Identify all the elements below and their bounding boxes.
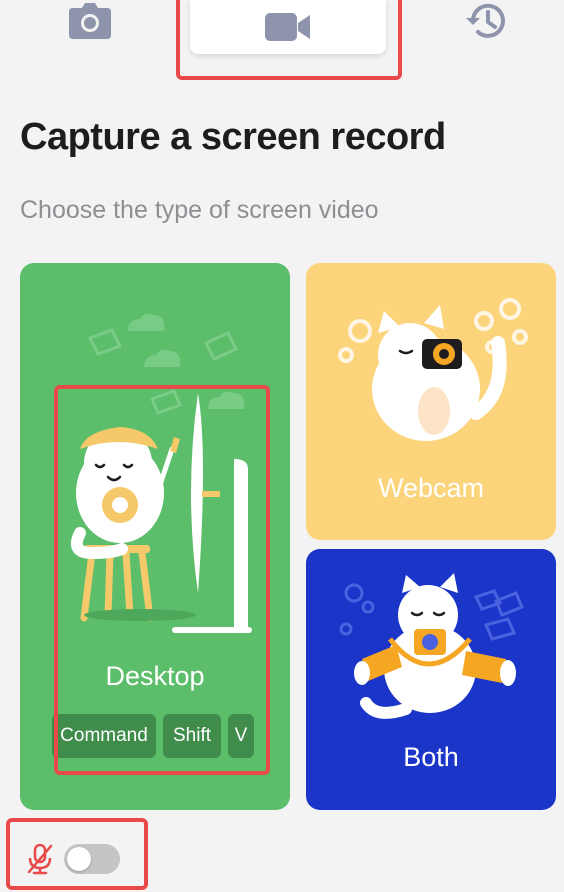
page-title: Capture a screen record — [20, 116, 446, 158]
desktop-illustration — [71, 313, 252, 633]
webcam-illustration — [338, 298, 528, 441]
shortcut-key-v: V — [228, 714, 254, 758]
tab-history[interactable] — [456, 0, 516, 42]
both-illustration — [339, 573, 524, 719]
tab-screenshot[interactable] — [60, 0, 120, 42]
microphone-muted-icon[interactable] — [26, 842, 54, 876]
webcam-option-label: Webcam — [377, 473, 485, 503]
video-camera-icon — [265, 13, 310, 41]
microphone-toggle-knob — [67, 847, 91, 871]
capture-mode-tabbar — [0, 0, 564, 80]
page-subtitle: Choose the type of screen video — [20, 196, 379, 224]
webcam-option-card[interactable]: Webcam — [306, 263, 556, 540]
history-icon — [466, 3, 505, 38]
tab-video[interactable] — [190, 0, 386, 54]
desktop-shortcut-keys: Command Shift V — [52, 714, 254, 758]
both-option-label: Both — [403, 742, 459, 772]
desktop-option-card[interactable]: Desktop Command Shift V — [20, 263, 290, 810]
shortcut-key-command: Command — [52, 714, 156, 758]
microphone-control — [20, 838, 130, 878]
microphone-toggle[interactable] — [64, 844, 120, 874]
both-option-card[interactable]: Both — [306, 549, 556, 810]
desktop-option-label: Desktop — [105, 661, 205, 691]
shortcut-key-shift: Shift — [163, 714, 221, 758]
camera-icon — [69, 3, 111, 39]
